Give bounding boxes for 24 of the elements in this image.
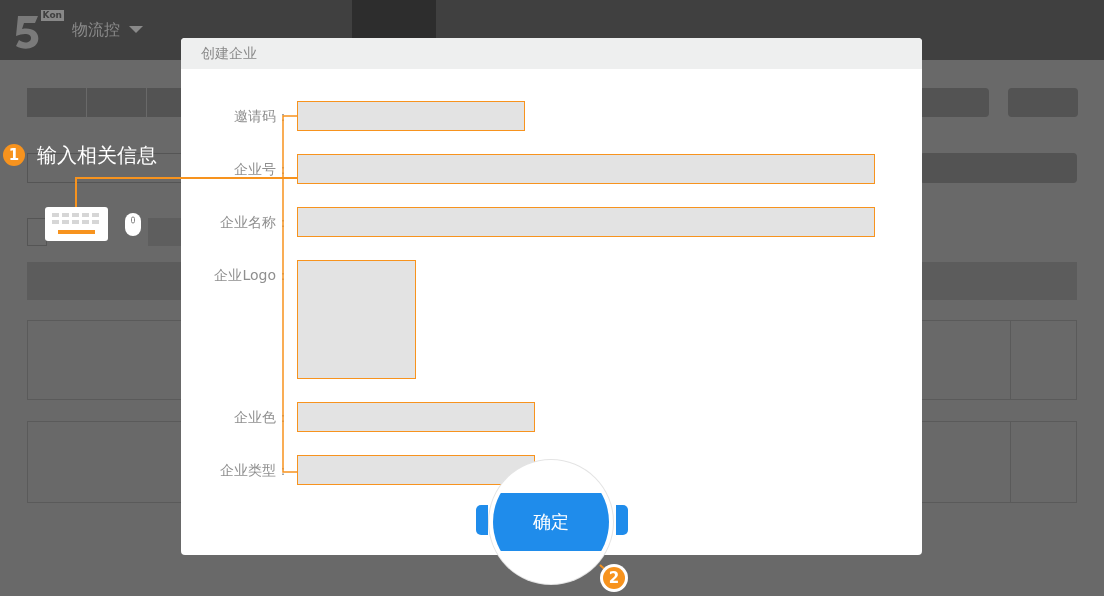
- input-field[interactable]: [297, 402, 535, 432]
- app-title[interactable]: 物流控: [72, 19, 120, 41]
- callout-text: 输入相关信息: [37, 142, 157, 169]
- caret-icon[interactable]: [129, 26, 143, 34]
- step-badge: 1: [3, 144, 25, 166]
- field-label: 企业号：: [233, 160, 290, 179]
- mouse-icon: [124, 212, 142, 237]
- keyboard-icon: [45, 207, 108, 241]
- dialog-title: 创建企业: [181, 38, 922, 69]
- button-edge: [615, 505, 628, 535]
- input-field[interactable]: [297, 154, 875, 184]
- step-badge: 2: [603, 567, 625, 589]
- field-label: 企业名称：: [219, 213, 290, 232]
- image-upload-field[interactable]: [297, 260, 416, 379]
- field-label: 企业Logo：: [213, 266, 290, 285]
- logo-badge: Kon: [40, 10, 64, 21]
- input-field[interactable]: [297, 101, 525, 131]
- field-label: 企业类型：: [219, 461, 290, 480]
- field-label: 邀请码：: [233, 107, 290, 126]
- input-field[interactable]: [297, 207, 875, 237]
- button-edge: [475, 505, 488, 535]
- confirm-button[interactable]: 确定: [493, 493, 609, 551]
- input-field[interactable]: [297, 455, 535, 485]
- field-label: 企业色：: [233, 408, 290, 427]
